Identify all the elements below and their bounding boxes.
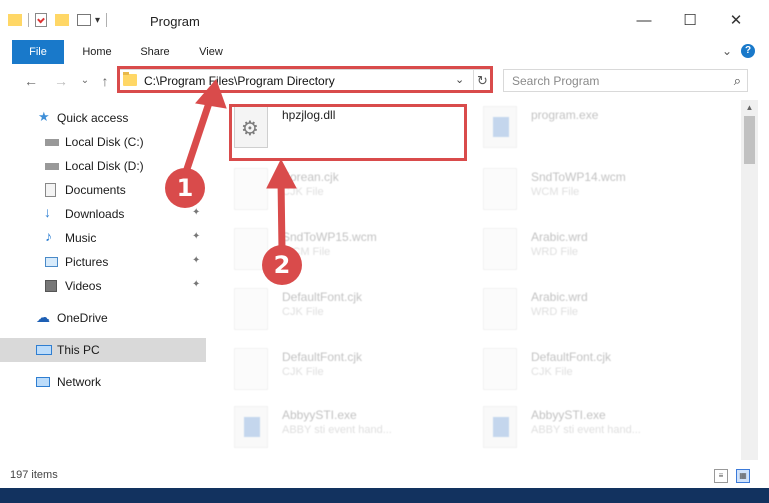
step-badge-2: 2 xyxy=(262,245,302,285)
arrow-2-head xyxy=(266,158,297,189)
arrow-1 xyxy=(182,96,214,176)
arrow-2 xyxy=(277,176,286,254)
step-badge-1: 1 xyxy=(165,168,205,208)
arrow-1-head xyxy=(195,79,227,109)
annotation-arrows xyxy=(182,79,297,254)
